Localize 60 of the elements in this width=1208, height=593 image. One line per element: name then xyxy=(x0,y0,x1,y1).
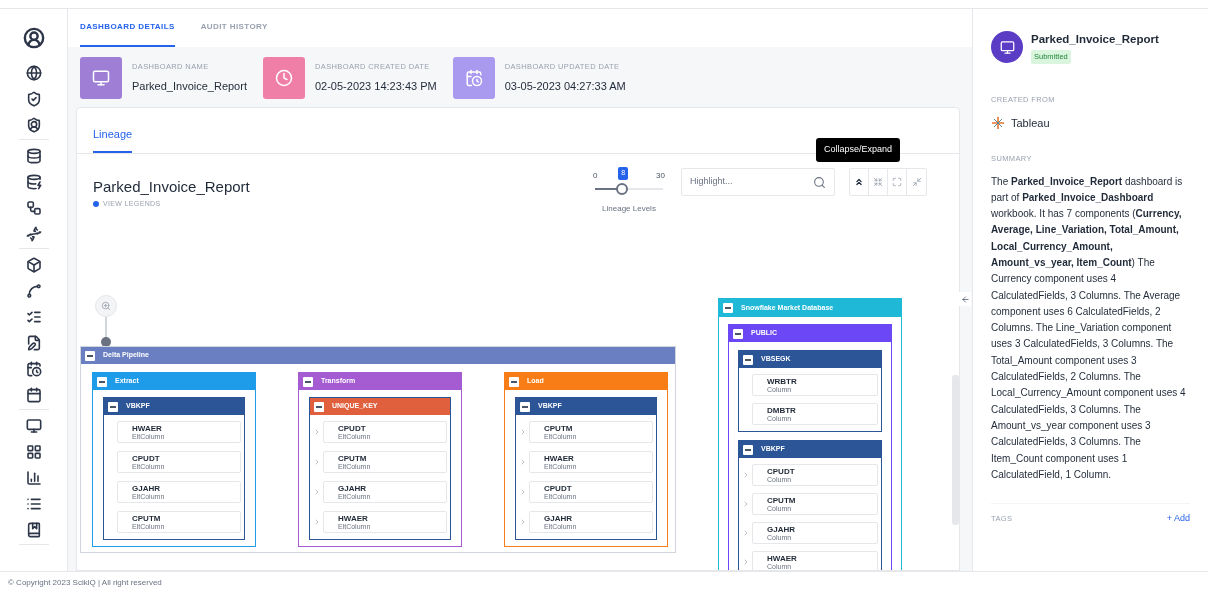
calendar-icon[interactable] xyxy=(25,387,42,403)
database-icon[interactable] xyxy=(25,174,42,190)
shield-icon[interactable] xyxy=(25,91,42,107)
cube-icon[interactable] xyxy=(25,257,42,273)
card-value: 03-05-2023 04:27:33 AM xyxy=(504,79,626,95)
card-value: 02-05-2023 14:23:43 PM xyxy=(314,79,437,95)
slider-label: Lineage Levels xyxy=(602,203,656,215)
scrollbar[interactable] xyxy=(952,375,959,525)
slider-min: 0 xyxy=(593,170,598,182)
tab[interactable]: DASHBOARD DETAILS xyxy=(80,9,175,47)
source-name: Tableau xyxy=(1011,115,1050,131)
fullscreen-icon xyxy=(892,177,902,187)
copyright-text: © Copyright 2023 SciklQ | All right reserved xyxy=(8,576,162,589)
tooltip: Collapse/Expand xyxy=(816,138,901,162)
grid-icon[interactable] xyxy=(25,444,42,460)
calendar-clock-icon xyxy=(464,69,483,87)
collapse-icon[interactable] xyxy=(108,401,118,412)
shield-user-icon[interactable] xyxy=(25,117,42,133)
database-icon[interactable] xyxy=(25,148,42,164)
slider-max: 30 xyxy=(656,170,665,182)
collapse-icon[interactable] xyxy=(743,444,753,455)
dna-icon[interactable] xyxy=(25,226,42,242)
path-icon[interactable] xyxy=(25,283,42,299)
profile-icon[interactable] xyxy=(22,27,45,49)
search-icon[interactable] xyxy=(813,175,826,189)
workflow-icon[interactable] xyxy=(25,200,42,216)
summary-text: The Parked_Invoice_Report dashboard is part of Parked_Invoice_Dashboard workbook. It has 7 components (Currency, Average, Line_Variation, Total_Amount, Local_Currency_Amount, Amount_vs_year, Item_Count) The Currency component uses 4 CalculatedFields, 3 Columns. The Average component uses 6 CalculatedFields, 2 Columns. The Line_Variation component uses 3 CalculatedFields, 3 Columns. The Total_Amount component uses 3 CalculatedFields, 2 Columns. The Local_Currency_Amount component uses 4 CalculatedFields, 3 Columns. The Amount_vs_year component uses 3 CalculatedFields, 3 Columns. The Item_Count component uses 1 CalculatedField, 1 Column. xyxy=(991,174,1187,482)
level-slider[interactable] xyxy=(592,183,666,195)
collapse-icon[interactable] xyxy=(723,303,733,313)
collapse-icon[interactable] xyxy=(743,354,753,365)
lineage-tab[interactable]: Lineage xyxy=(93,107,133,153)
collapse-icon[interactable] xyxy=(85,350,95,361)
lineage-title: Parked_Invoice_Report xyxy=(93,177,250,197)
monitor-icon[interactable] xyxy=(25,418,42,434)
chevrons-up-icon xyxy=(854,177,864,187)
shrink-icon xyxy=(873,177,883,187)
card-value: Parked_Invoice_Report xyxy=(132,79,247,95)
arrow-left-icon xyxy=(960,294,970,304)
checklist-icon[interactable] xyxy=(25,309,42,325)
collapse-panel-button[interactable] xyxy=(959,292,971,306)
bar-chart-icon[interactable] xyxy=(25,470,42,486)
book-icon[interactable] xyxy=(25,522,42,538)
collapse-icon[interactable] xyxy=(314,401,324,412)
edit-form-icon[interactable] xyxy=(25,335,42,351)
collapse-icon[interactable] xyxy=(97,376,107,387)
add-tag-button[interactable]: + Add xyxy=(1166,512,1190,526)
list-icon[interactable] xyxy=(25,496,42,512)
collapse-icon[interactable] xyxy=(303,376,313,387)
collapse-icon[interactable] xyxy=(509,376,519,387)
collapse-icon[interactable] xyxy=(733,328,743,339)
globe-icon[interactable] xyxy=(25,65,42,81)
clock-icon xyxy=(274,69,293,87)
highlight-input[interactable]: Highlight... xyxy=(690,175,813,189)
slider-thumb[interactable] xyxy=(616,183,629,195)
details-title: Parked_Invoice_Report xyxy=(1031,32,1159,47)
collapse-icon[interactable] xyxy=(520,401,530,412)
minimize-icon xyxy=(911,177,922,187)
zoom-in-icon xyxy=(101,301,111,311)
calendar-clock-icon[interactable] xyxy=(25,361,42,377)
highlight-search-field[interactable]: Highlight... xyxy=(681,168,835,196)
